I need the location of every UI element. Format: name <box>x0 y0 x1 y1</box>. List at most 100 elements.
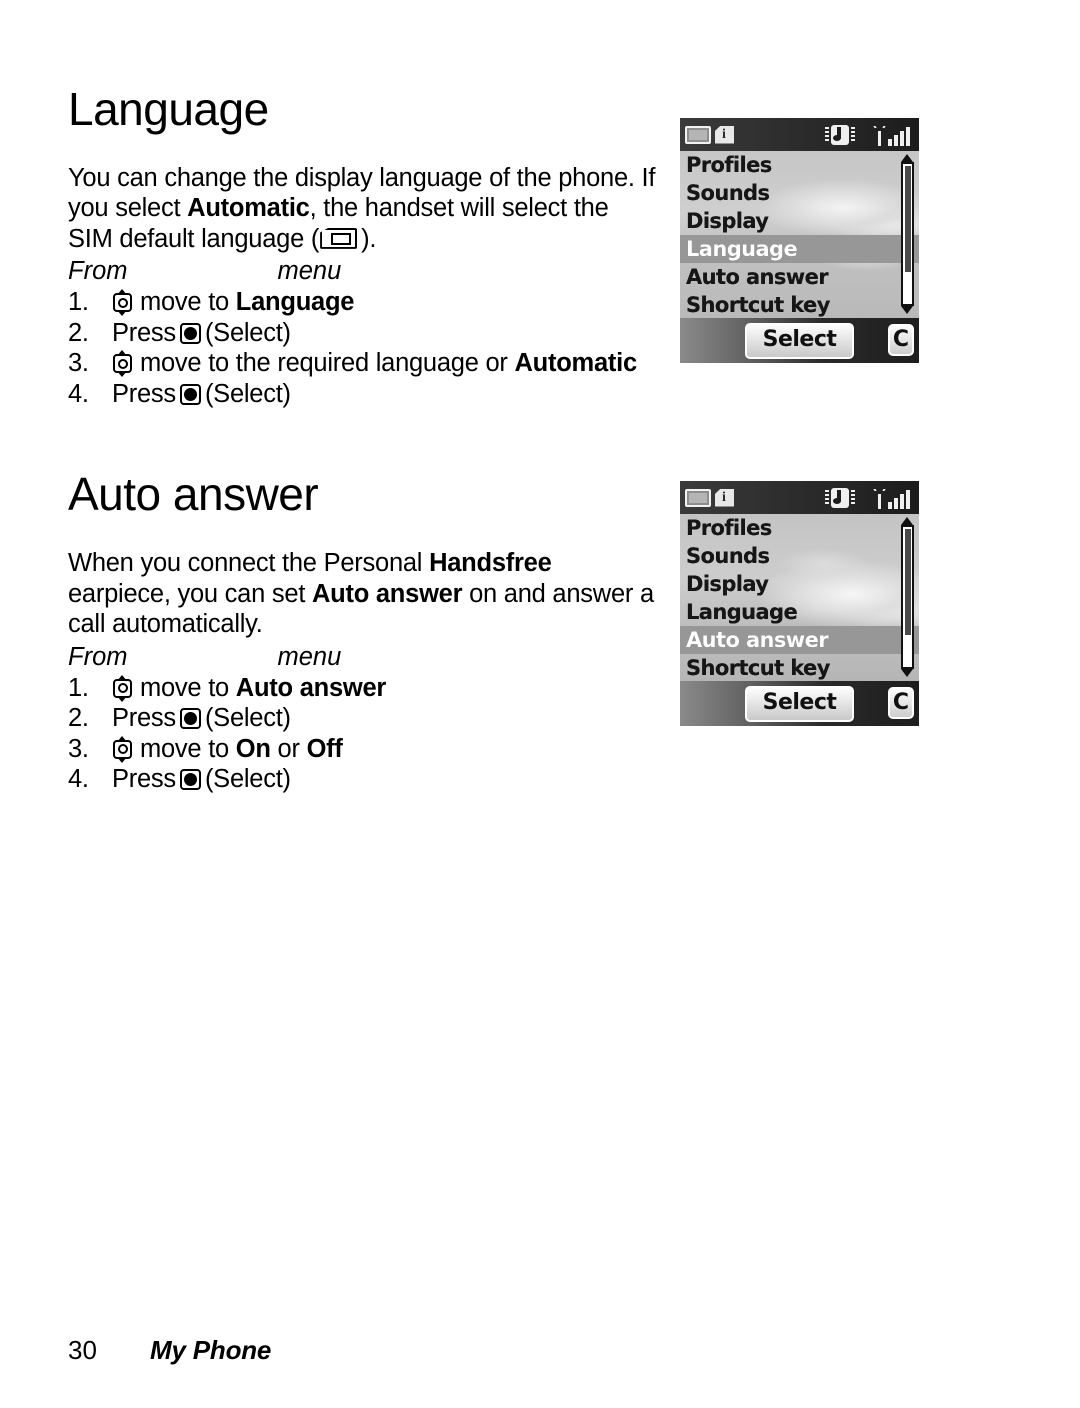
key-dot <box>183 326 197 340</box>
arrow-down-icon <box>117 371 127 378</box>
screen-body: Profiles Sounds Display Language Auto an… <box>680 514 919 681</box>
step-text-before: move to <box>140 734 236 763</box>
softkey-clear-button[interactable]: C <box>888 324 914 356</box>
menu-list: Profiles Sounds Display Language Auto an… <box>680 151 919 318</box>
menu-item-shortcut-key[interactable]: Shortcut key <box>680 654 919 681</box>
step-item: 1. move to Language <box>68 287 658 318</box>
softkey-select-button[interactable]: Select <box>744 685 855 722</box>
step-text-before: Press <box>112 704 176 733</box>
menu-item-auto-answer[interactable]: Auto answer <box>680 263 919 291</box>
menu-item-display[interactable]: Display <box>680 207 919 235</box>
step-number: 4. <box>68 765 89 794</box>
softkey-select-button[interactable]: Select <box>744 322 855 359</box>
step-bold-term: Auto answer <box>235 673 387 702</box>
key-ring <box>117 744 128 755</box>
scroll-down-arrow-icon[interactable] <box>901 306 913 314</box>
menu-item-sounds[interactable]: Sounds <box>680 542 919 570</box>
step-item: 2. Press (Select) <box>68 318 658 349</box>
from-menu-line-language: From menu <box>68 256 658 287</box>
menu-item-profiles[interactable]: Profiles <box>680 151 919 179</box>
nav-key-icon <box>112 289 133 317</box>
step-text-before: Press <box>112 765 176 794</box>
paragraph-text-part1: When you connect the Personal <box>68 549 430 578</box>
softkey-clear-button[interactable]: C <box>888 687 914 719</box>
menu-item-profiles[interactable]: Profiles <box>680 514 919 542</box>
info-glyph: i <box>722 126 726 142</box>
step-item: 1. move to Auto answer <box>68 673 658 704</box>
ringer-wave-right <box>851 126 855 143</box>
antenna-glyph <box>873 126 886 146</box>
key-dot <box>183 773 197 787</box>
scroll-up-arrow-icon[interactable] <box>901 517 913 525</box>
menu-label: menu <box>277 642 342 671</box>
scroll-down-arrow-icon[interactable] <box>901 669 913 677</box>
battery-icon <box>685 488 711 507</box>
step-number: 3. <box>68 349 89 378</box>
step-number: 4. <box>68 379 89 408</box>
step-item: 4. Press (Select) <box>68 764 658 795</box>
section-auto-answer: Auto answer When you connect the Persona… <box>68 471 658 794</box>
status-bar: i <box>680 118 919 151</box>
menu-icon-placeholder <box>128 664 278 665</box>
paragraph-text-part3: ). <box>361 224 377 253</box>
step-text: move to Auto answer <box>140 673 386 704</box>
paragraph-auto-answer: When you connect the Personal Handsfree … <box>68 548 658 640</box>
softkey-bar: Select C <box>680 318 919 363</box>
step-text-before: move to the required language or <box>140 349 515 378</box>
menu-item-language[interactable]: Language <box>680 598 919 626</box>
status-bar: i <box>680 481 919 514</box>
step-bold-term: Language <box>235 288 355 317</box>
step-bold-term: Automatic <box>514 349 638 378</box>
steps-list-language: 1. move to Language 2. Press (Select) 3.… <box>68 287 658 409</box>
key-dot <box>183 387 197 401</box>
step-text-after: (Select) <box>204 765 291 794</box>
step-number: 2. <box>68 318 89 347</box>
battery-icon <box>685 125 711 144</box>
sim-info-icon: i <box>714 487 736 509</box>
step-item: 3. move to the required language or Auto… <box>68 348 658 379</box>
ringer-wave-left <box>825 489 829 506</box>
signal-bar <box>894 497 898 509</box>
signal-bar <box>900 493 904 509</box>
manual-page: Language You can change the display lang… <box>0 0 1080 1408</box>
menu-list: Profiles Sounds Display Language Auto an… <box>680 514 919 681</box>
arrow-down-icon <box>117 310 127 317</box>
steps-list-auto-answer: 1. move to Auto answer 2. Press (Select)… <box>68 673 658 795</box>
step-text-before: move to <box>140 288 236 317</box>
step-text: move to the required language or Automat… <box>140 348 637 379</box>
signal-icon <box>873 124 912 146</box>
page-footer: 30 My Phone <box>68 1335 271 1366</box>
signal-icon <box>873 487 912 509</box>
signal-bar <box>906 126 910 146</box>
page-title-language: Language <box>68 83 269 135</box>
menu-item-sounds[interactable]: Sounds <box>680 179 919 207</box>
sim-info-icon: i <box>714 124 736 146</box>
scrollbar-thumb[interactable] <box>904 165 911 272</box>
key-ring <box>117 683 128 694</box>
arrow-down-icon <box>117 756 127 763</box>
scrollbar-track[interactable] <box>901 162 914 306</box>
menu-item-language[interactable]: Language <box>680 235 919 263</box>
menu-item-auto-answer[interactable]: Auto answer <box>680 626 919 654</box>
softkey-bar: Select C <box>680 681 919 726</box>
scrollbar-thumb[interactable] <box>904 528 911 635</box>
antenna-glyph <box>873 489 886 509</box>
step-text-after: (Select) <box>204 379 291 408</box>
paragraph-language: You can change the display language of t… <box>68 163 658 255</box>
menu-item-display[interactable]: Display <box>680 570 919 598</box>
scrollbar[interactable] <box>900 154 915 314</box>
nav-key-icon <box>112 350 133 378</box>
key-ring <box>117 358 128 369</box>
menu-item-shortcut-key[interactable]: Shortcut key <box>680 291 919 318</box>
select-key-icon <box>179 322 201 344</box>
scrollbar-track[interactable] <box>901 525 914 669</box>
info-glyph: i <box>722 489 726 505</box>
scroll-up-arrow-icon[interactable] <box>901 154 913 162</box>
signal-bar <box>888 501 892 509</box>
scrollbar[interactable] <box>900 517 915 677</box>
signal-bar <box>900 130 904 146</box>
ringer-wave-left <box>825 126 829 143</box>
step-item: 4. Press (Select) <box>68 379 658 410</box>
footer-page-number: 30 <box>68 1335 97 1365</box>
signal-bar <box>888 138 892 146</box>
